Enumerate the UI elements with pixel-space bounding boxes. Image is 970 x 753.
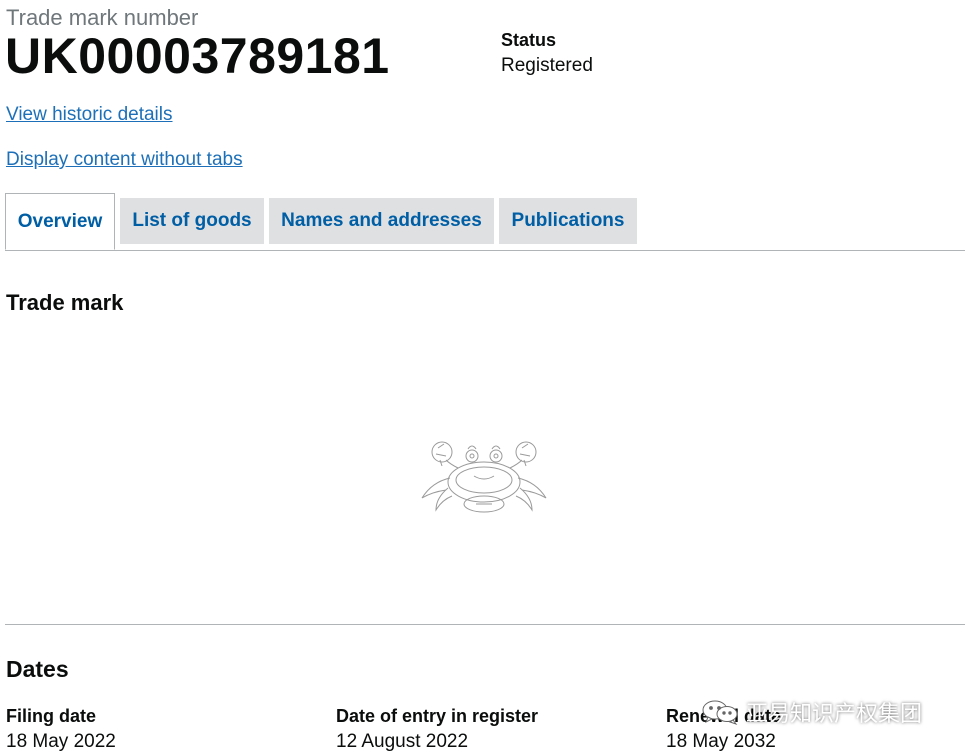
watermark: 亚易知识产权集团 <box>700 696 922 728</box>
view-historic-details-link[interactable]: View historic details <box>6 104 173 126</box>
trade-mark-image <box>421 441 547 513</box>
watermark-text: 亚易知识产权集团 <box>746 701 923 726</box>
status-label: Status <box>501 30 557 50</box>
tab-list-of-goods[interactable]: List of goods <box>120 198 264 244</box>
entry-date-label: Date of entry in register <box>336 706 539 726</box>
tab-bar: Overview List of goods Names and address… <box>5 193 965 251</box>
tab-overview[interactable]: Overview <box>5 193 115 250</box>
tab-publications[interactable]: Publications <box>499 198 637 244</box>
status-value: Registered <box>501 55 593 76</box>
wechat-icon <box>702 700 738 725</box>
renewal-date-value: 18 May 2032 <box>666 731 776 752</box>
tab-names-and-addresses[interactable]: Names and addresses <box>269 198 494 244</box>
dates-heading: Dates <box>6 656 69 682</box>
trade-mark-heading: Trade mark <box>6 290 124 315</box>
filing-date-value: 18 May 2022 <box>6 731 116 752</box>
section-divider <box>5 624 965 625</box>
entry-date-value: 12 August 2022 <box>336 731 469 752</box>
display-without-tabs-link[interactable]: Display content without tabs <box>6 149 243 171</box>
filing-date-label: Filing date <box>6 706 96 726</box>
trade-mark-number: UK00003789181 <box>5 28 390 84</box>
